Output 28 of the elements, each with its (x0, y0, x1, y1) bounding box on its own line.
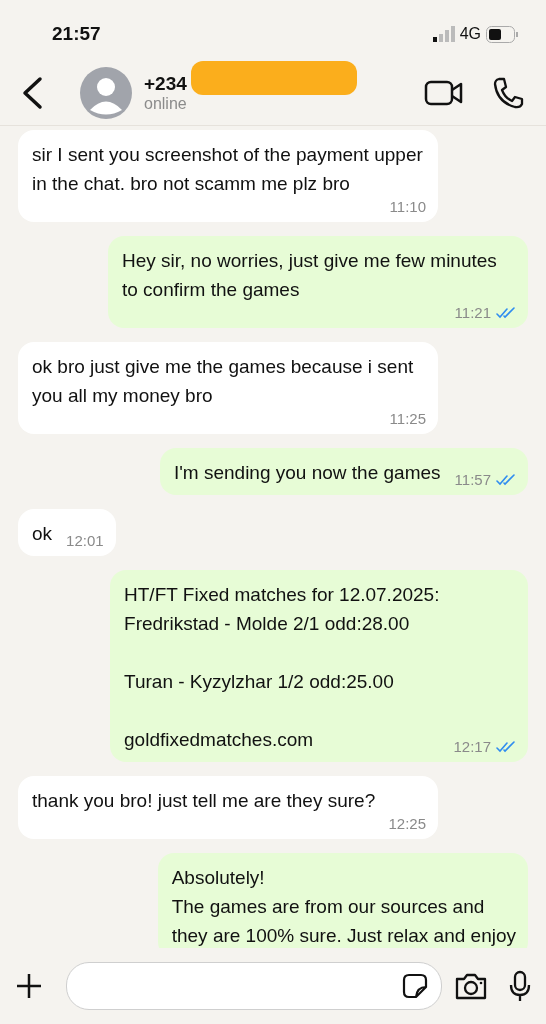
plus-icon[interactable] (14, 971, 44, 1001)
contact-status: online (144, 94, 188, 113)
status-time: 21:57 (52, 22, 102, 45)
camera-icon[interactable] (454, 971, 488, 1001)
message-text: ok bro just give me the games because i sent you all my money bro (32, 355, 415, 408)
sticker-icon[interactable] (401, 972, 429, 1000)
message-time: 11:25 (389, 410, 426, 428)
microphone-icon[interactable] (508, 970, 532, 1002)
message-text: I'm sending you now the games (173, 461, 441, 485)
message-text: thank you bro! just tell me are they sure? (32, 789, 376, 813)
message-text: ok (32, 522, 53, 546)
battery-icon (486, 25, 518, 43)
network-label: 4G (459, 25, 481, 43)
message-time: 12:25 (388, 815, 426, 833)
message-text: Absolutely! The games are from our sources and they are 100% sure. Just relax and enjoy (171, 866, 516, 948)
message-time: 12:01 (66, 532, 104, 550)
message-time: 11:21 (454, 304, 491, 322)
signal-icon (432, 26, 455, 42)
phone-icon[interactable] (492, 75, 524, 110)
message-text: HT/FT Fixed matches for 12.07.2025: Fredrikstad - Molde 2/1 odd:28.00 Turan - Kyzylzhar 1/2 odd:25.00 goldfixedmatches.com (124, 583, 440, 752)
contact-name: +234 (144, 72, 187, 95)
back-icon[interactable] (20, 75, 44, 110)
message-time: 11:10 (389, 198, 426, 216)
message-input[interactable] (66, 962, 442, 1010)
message-time: 12:17 (453, 738, 491, 756)
message-text: Hey sir, no worries, just give me few minutes to confirm the games (122, 249, 498, 302)
message-time: 11:57 (454, 471, 491, 489)
message-text: sir I sent you screenshot of the payment upper in the chat. bro not scamm me plz bro (32, 143, 424, 196)
